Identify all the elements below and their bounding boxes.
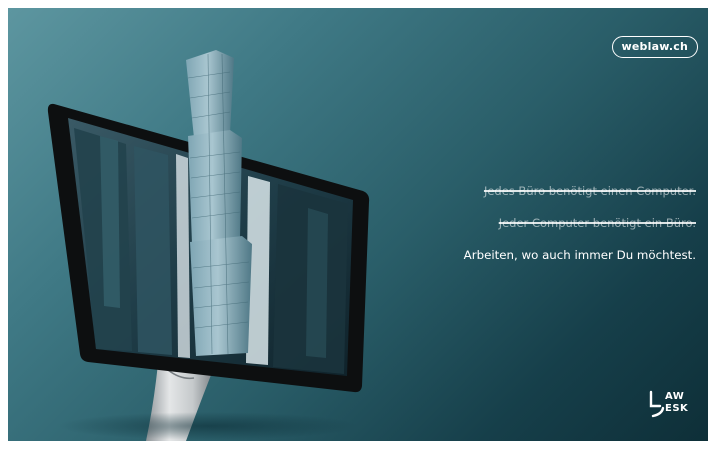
weblaw-badge[interactable]: weblaw.ch [611, 36, 698, 58]
logo-text-bottom: ESK [665, 403, 689, 414]
law-desk-logo: AW ESK [648, 388, 698, 420]
tagline-struck-2: Jeder Computer benötigt ein Büro. [498, 216, 696, 230]
logo-text-top: AW [665, 391, 685, 402]
law-desk-logo-icon [649, 390, 665, 418]
tagline-main: Arbeiten, wo auch immer Du möchtest. [463, 248, 696, 262]
ad-banner: weblaw.ch Jedes Büro benötigt einen Comp… [8, 8, 708, 441]
tagline-struck-1: Jedes Büro benötigt einen Computer. [483, 184, 696, 198]
